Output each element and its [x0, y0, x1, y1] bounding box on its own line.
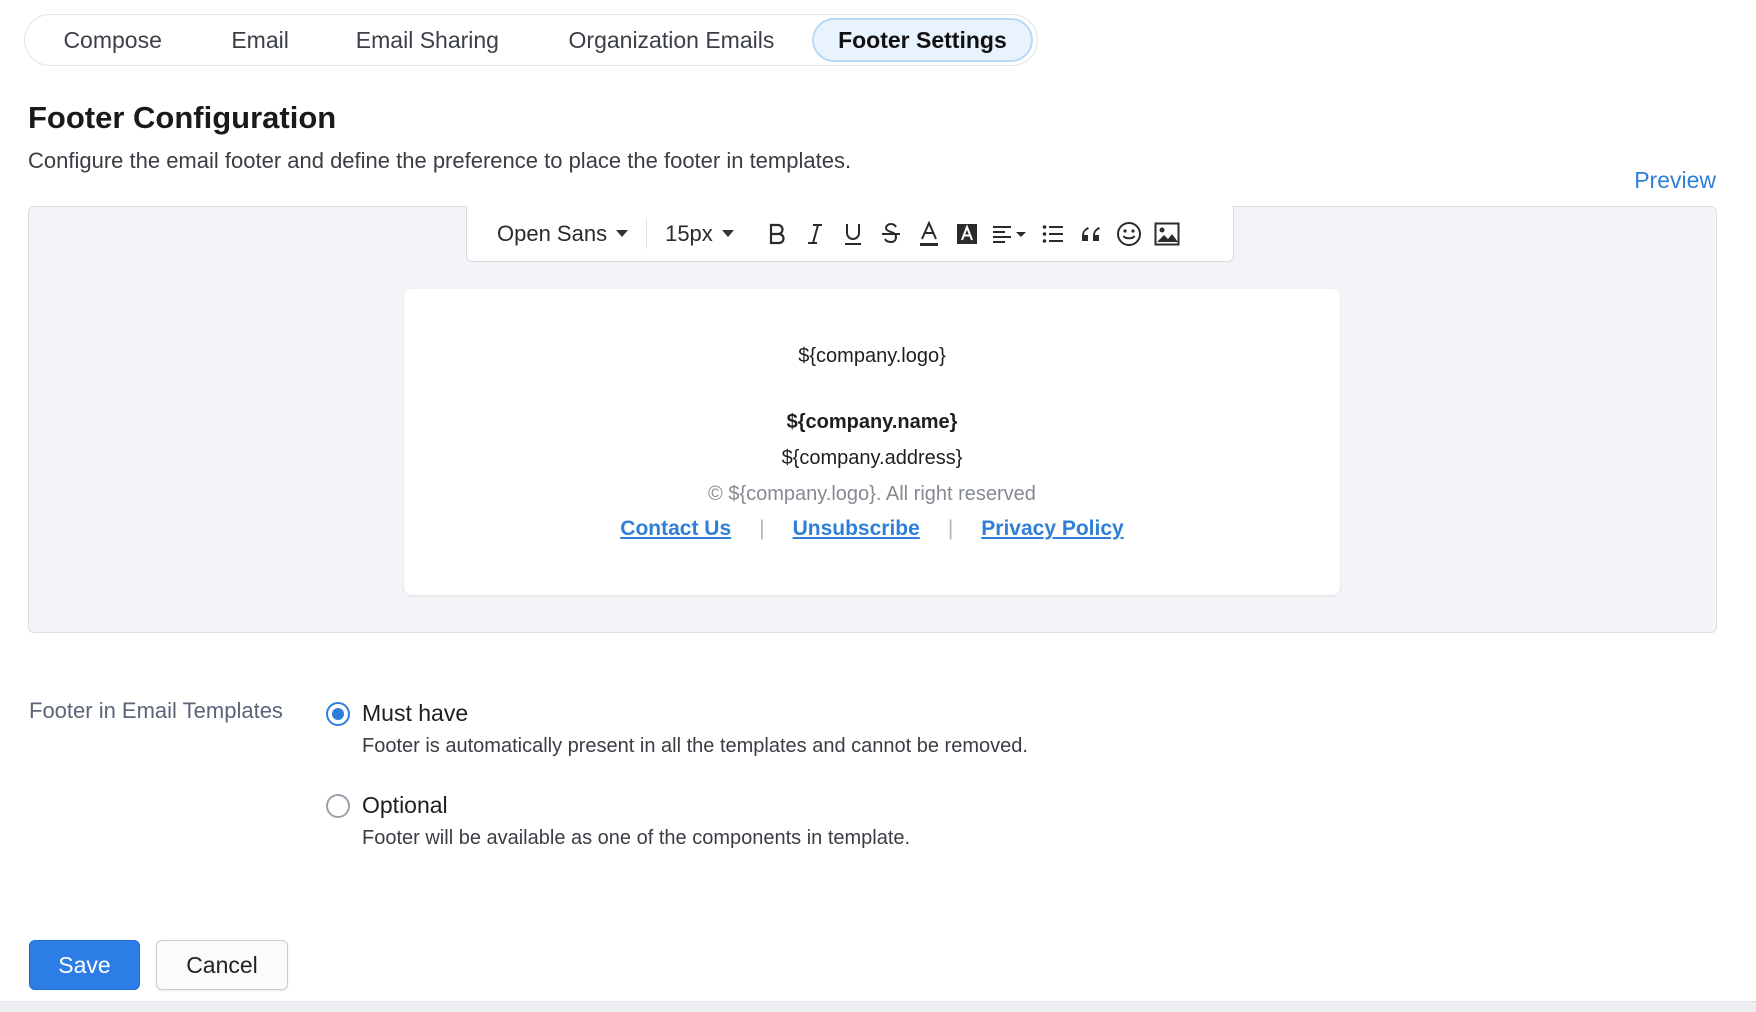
tab-bar: Compose Email Email Sharing Organization…: [24, 14, 1038, 66]
editor-toolbar: Open Sans 15px: [466, 206, 1234, 262]
font-family-select[interactable]: Open Sans: [497, 220, 629, 247]
font-family-value: Open Sans: [497, 220, 608, 246]
optional-description: Footer will be available as one of the c…: [362, 827, 911, 849]
unsubscribe-link[interactable]: Unsubscribe: [793, 517, 920, 540]
tab-footer-settings[interactable]: Footer Settings: [811, 18, 1033, 62]
font-size-select[interactable]: 15px: [665, 221, 734, 247]
text-color-icon[interactable]: [910, 215, 948, 253]
tab-email[interactable]: Email: [196, 18, 323, 62]
footer-links: Contact Us | Unsubscribe | Privacy Policy: [404, 517, 1340, 541]
align-icon[interactable]: [986, 215, 1034, 253]
blockquote-icon[interactable]: [1072, 215, 1110, 253]
contact-us-link[interactable]: Contact Us: [620, 517, 731, 540]
chevron-down-icon: [721, 230, 734, 237]
underline-icon[interactable]: [834, 215, 872, 253]
footer-preview-card: ${company.logo} ${company.name} ${compan…: [404, 289, 1340, 595]
footer-in-templates-label: Footer in Email Templates: [29, 698, 283, 723]
company-address-placeholder: ${company.address}: [781, 447, 963, 469]
image-icon[interactable]: [1148, 215, 1186, 253]
toolbar-divider: [646, 218, 648, 249]
company-logo-placeholder: ${company.logo}: [798, 345, 946, 367]
emoji-icon[interactable]: [1110, 215, 1148, 253]
preview-link[interactable]: Preview: [1634, 167, 1716, 194]
privacy-policy-link[interactable]: Privacy Policy: [981, 517, 1123, 540]
must-have-description: Footer is automatically present in all t…: [362, 735, 1028, 757]
must-have-option[interactable]: Must have: [326, 700, 468, 727]
font-size-value: 15px: [665, 220, 713, 246]
chevron-down-icon: [616, 230, 629, 237]
page-subtitle: Configure the email footer and define th…: [28, 148, 852, 173]
tab-email-sharing[interactable]: Email Sharing: [324, 18, 531, 62]
must-have-label: Must have: [362, 700, 469, 726]
italic-icon[interactable]: [796, 215, 834, 253]
tab-compose[interactable]: Compose: [29, 18, 196, 62]
cancel-button[interactable]: Cancel: [156, 940, 288, 990]
list-icon[interactable]: [1034, 215, 1072, 253]
page-title: Footer Configuration: [28, 100, 337, 135]
link-separator: |: [947, 517, 954, 540]
company-name-placeholder: ${company.name}: [786, 411, 958, 433]
footer-editor[interactable]: Open Sans 15px ${company.logo} ${company…: [28, 206, 1717, 633]
optional-option[interactable]: Optional: [326, 792, 448, 819]
must-have-radio[interactable]: [326, 701, 350, 726]
tab-organization-emails[interactable]: Organization Emails: [531, 18, 812, 62]
optional-radio[interactable]: [326, 793, 350, 818]
bottom-divider: [0, 1001, 1756, 1012]
bold-icon[interactable]: [758, 215, 796, 253]
copyright-text: © ${company.logo}. All right reserved: [708, 483, 1036, 505]
link-separator: |: [759, 517, 765, 540]
optional-label: Optional: [362, 792, 448, 818]
strikethrough-icon[interactable]: [872, 215, 910, 253]
highlight-color-icon[interactable]: [948, 215, 986, 253]
save-button[interactable]: Save: [29, 940, 140, 990]
